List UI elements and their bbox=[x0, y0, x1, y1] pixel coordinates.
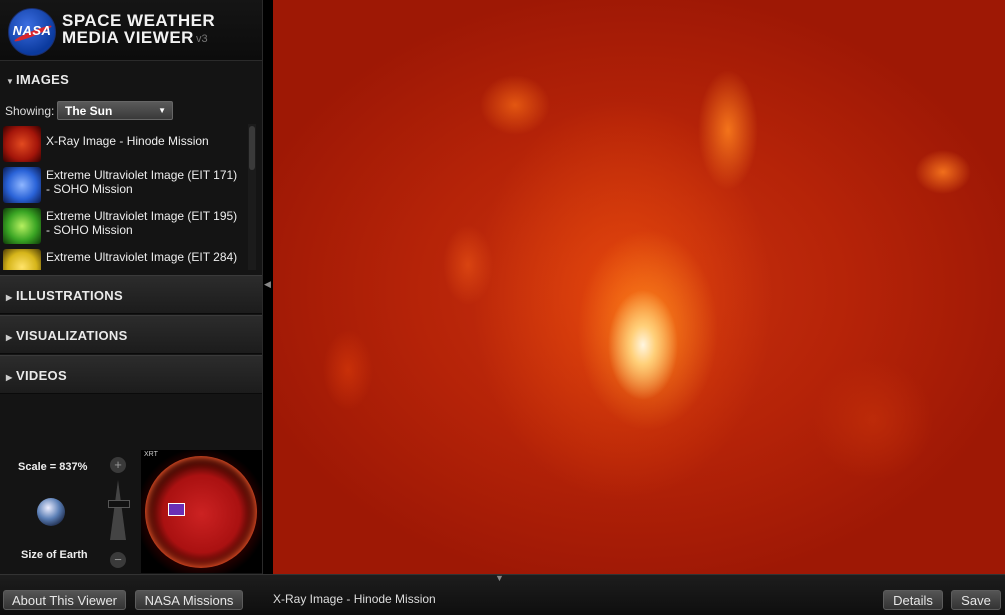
list-item-label: X-Ray Image - Hinode Mission bbox=[46, 134, 209, 148]
chevron-down-icon: ▼ bbox=[495, 573, 504, 583]
save-button[interactable]: Save bbox=[951, 590, 1001, 610]
showing-select-value: The Sun bbox=[65, 104, 113, 118]
zoom-in-button[interactable]: + bbox=[110, 457, 126, 473]
list-item[interactable]: Extreme Ultraviolet Image (EIT 284) - bbox=[0, 247, 248, 270]
thumbnail-eit195-sun bbox=[3, 208, 41, 244]
section-videos-label: VIDEOS bbox=[16, 368, 67, 383]
section-images-header[interactable]: ▼ IMAGES bbox=[0, 61, 262, 99]
logo-text: NASA bbox=[12, 23, 52, 38]
app-title-line2: MEDIA VIEWER bbox=[62, 28, 194, 47]
list-item-label: Extreme Ultraviolet Image (EIT 195) - SO… bbox=[46, 209, 238, 237]
list-item[interactable]: Extreme Ultraviolet Image (EIT 195) - SO… bbox=[0, 206, 248, 246]
thumbnail-eit171-sun bbox=[3, 167, 41, 203]
list-item[interactable]: X-Ray Image - Hinode Mission bbox=[0, 124, 248, 164]
collapsed-arrow-icon: ▶ bbox=[6, 373, 13, 382]
expanded-arrow-icon: ▼ bbox=[6, 77, 15, 86]
section-images-label: IMAGES bbox=[16, 72, 70, 87]
earth-size-label: Size of Earth bbox=[21, 549, 88, 561]
showing-select[interactable]: The Sun ▼ bbox=[57, 101, 173, 120]
section-illustrations-label: ILLUSTRATIONS bbox=[16, 288, 123, 303]
sidebar: NASA SPACE WEATHER MEDIA VIEWER v3 ▼ IMAG… bbox=[0, 0, 263, 574]
showing-label: Showing: bbox=[5, 104, 55, 118]
about-viewer-button[interactable]: About This Viewer bbox=[3, 590, 126, 610]
toolbar-expand-handle[interactable]: ▼ bbox=[495, 573, 507, 583]
collapsed-arrow-icon: ▶ bbox=[6, 333, 13, 342]
minimap[interactable]: XRT bbox=[141, 450, 262, 573]
scale-panel: Scale = 837% Size of Earth + − XRT bbox=[0, 440, 262, 574]
list-item-label: Extreme Ultraviolet Image (EIT 171) - SO… bbox=[46, 168, 238, 196]
list-item-label: Extreme Ultraviolet Image (EIT 284) - bbox=[46, 250, 238, 270]
showing-row: Showing: The Sun ▼ bbox=[0, 99, 262, 125]
thumbnail-xray-sun bbox=[3, 126, 41, 162]
section-illustrations-header[interactable]: ▶ ILLUSTRATIONS bbox=[0, 275, 262, 314]
image-list: X-Ray Image - Hinode Mission Extreme Ult… bbox=[0, 124, 248, 270]
section-visualizations-label: VISUALIZATIONS bbox=[16, 328, 128, 343]
zoom-out-button[interactable]: − bbox=[110, 552, 126, 568]
image-caption: X-Ray Image - Hinode Mission bbox=[273, 592, 436, 606]
section-videos-header[interactable]: ▶ VIDEOS bbox=[0, 355, 262, 394]
nasa-logo: NASA bbox=[8, 8, 56, 56]
zoom-slider-track[interactable] bbox=[110, 480, 126, 540]
image-viewer[interactable] bbox=[273, 0, 1005, 574]
image-list-scrollbar[interactable] bbox=[248, 124, 256, 270]
list-item[interactable]: Extreme Ultraviolet Image (EIT 171) - SO… bbox=[0, 165, 248, 205]
collapsed-arrow-icon: ▶ bbox=[6, 293, 13, 302]
section-visualizations-header[interactable]: ▶ VISUALIZATIONS bbox=[0, 315, 262, 354]
version-label: v3 bbox=[196, 33, 208, 45]
minimap-tag: XRT bbox=[144, 451, 158, 458]
thumbnail-eit284-sun bbox=[3, 249, 41, 270]
minimap-sun-rim bbox=[145, 456, 257, 568]
app-header: NASA SPACE WEATHER MEDIA VIEWER v3 bbox=[0, 0, 262, 61]
scale-label: Scale = 837% bbox=[18, 461, 88, 473]
sidebar-collapse-handle[interactable]: ◀ bbox=[263, 279, 272, 293]
scrollbar-thumb[interactable] bbox=[249, 126, 255, 170]
zoom-slider-handle[interactable] bbox=[108, 500, 130, 508]
details-button[interactable]: Details bbox=[883, 590, 943, 610]
nasa-missions-button[interactable]: NASA Missions bbox=[135, 590, 243, 610]
chevron-down-icon: ▼ bbox=[158, 106, 166, 115]
chevron-left-icon: ◀ bbox=[264, 279, 271, 289]
minimap-viewport-box[interactable] bbox=[168, 503, 185, 516]
earth-icon bbox=[37, 498, 65, 526]
